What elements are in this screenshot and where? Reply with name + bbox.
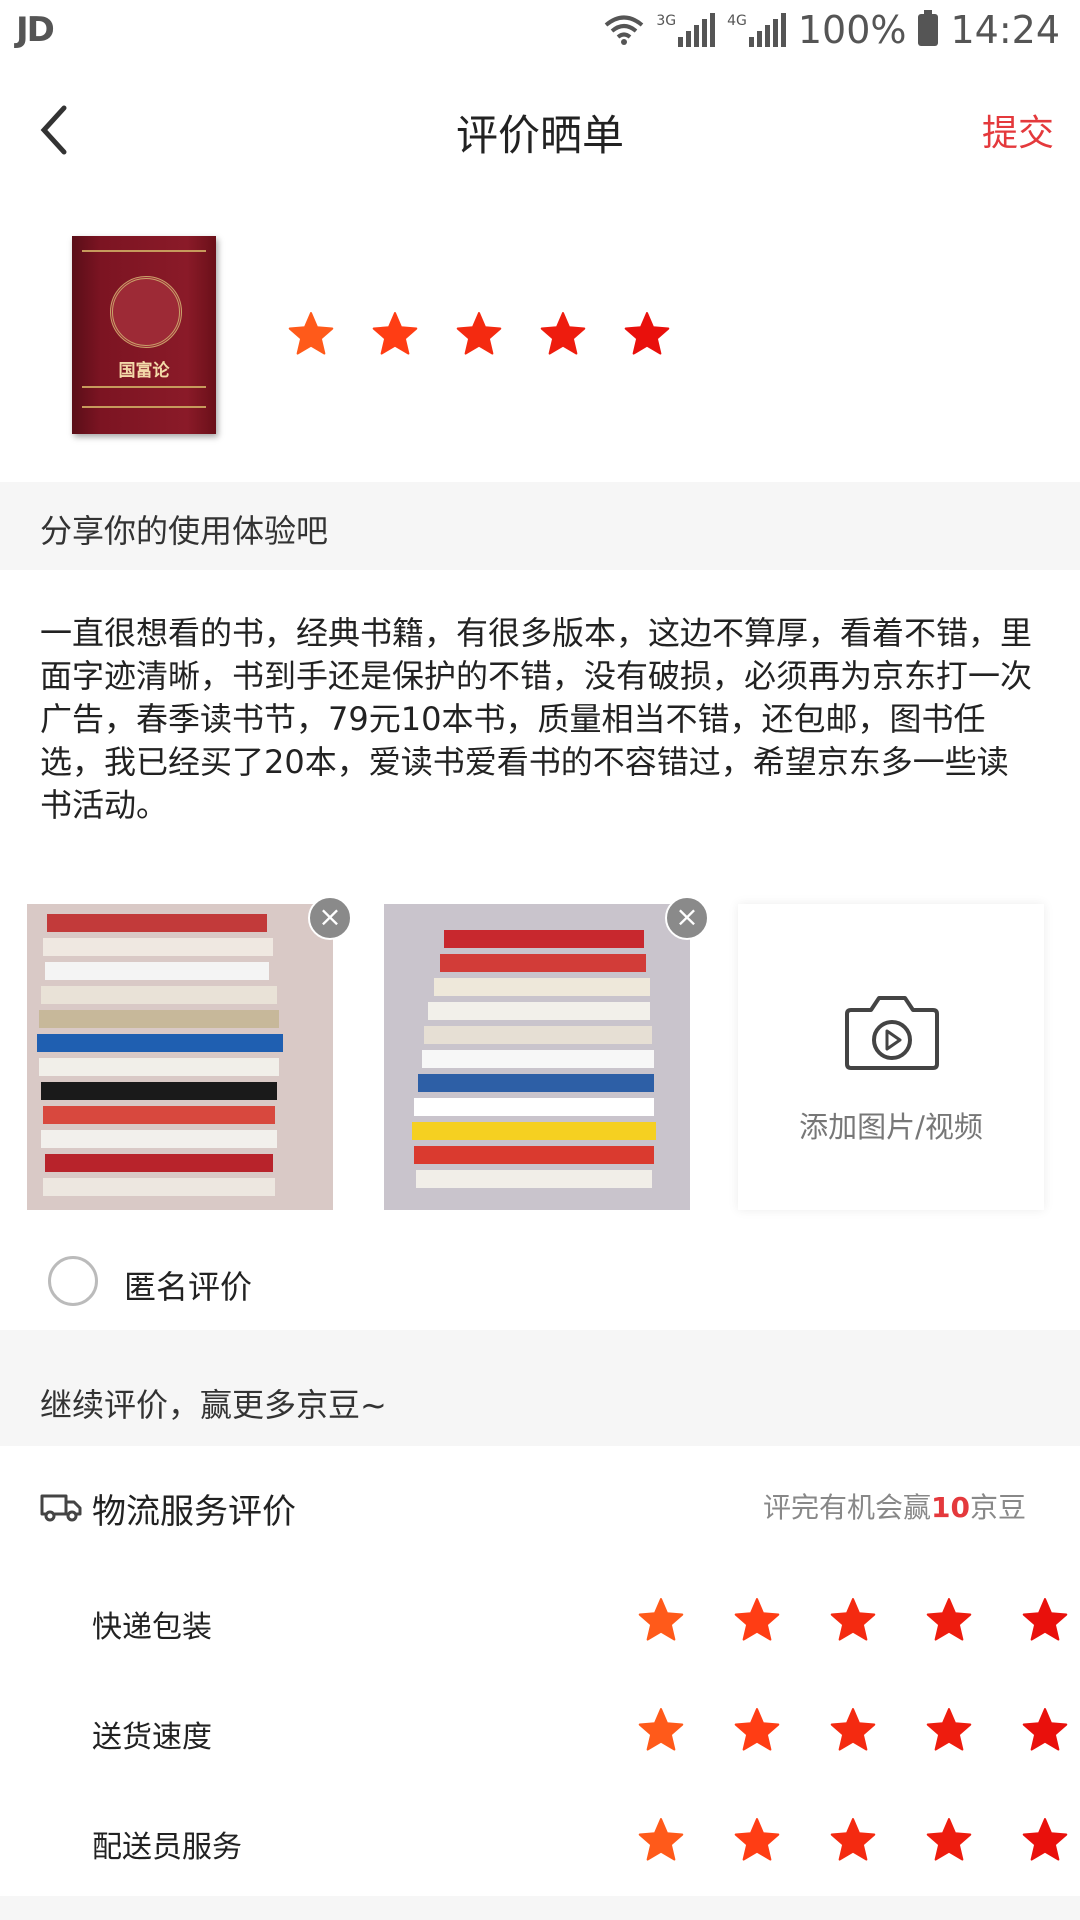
- packaging-rating-stars[interactable]: [636, 1596, 1070, 1646]
- star-icon[interactable]: [1020, 1816, 1070, 1866]
- nav-header: 评价晒单 提交: [0, 64, 1080, 194]
- network-3g-label: 3G: [656, 13, 677, 29]
- camera-video-icon: [845, 996, 939, 1070]
- logistics-hint: 评完有机会赢10京豆: [763, 1486, 1026, 1526]
- star-icon[interactable]: [370, 310, 420, 360]
- review-photo-2[interactable]: [384, 904, 690, 1210]
- star-icon[interactable]: [924, 1706, 974, 1756]
- star-icon[interactable]: [636, 1706, 686, 1756]
- star-icon[interactable]: [924, 1596, 974, 1646]
- courier-rating-stars[interactable]: [636, 1816, 1070, 1866]
- product-cover-title: 国富论: [118, 361, 170, 381]
- share-heading: 分享你的使用体验吧: [40, 512, 329, 550]
- hint-prefix: 评完有机会赢: [763, 1491, 932, 1524]
- review-photo-1[interactable]: [27, 904, 333, 1210]
- page-title: 评价晒单: [455, 111, 624, 160]
- hint-suffix: 京豆: [969, 1491, 1026, 1524]
- status-icons: 3G 4G 100% 14:24: [604, 8, 1060, 52]
- star-icon[interactable]: [732, 1816, 782, 1866]
- star-icon[interactable]: [828, 1706, 878, 1756]
- review-textarea[interactable]: 一直很想看的书，经典书籍，有很多版本，这边不算厚，看着不错，里面字迹清晰，书到手…: [40, 612, 1040, 827]
- star-icon[interactable]: [636, 1596, 686, 1646]
- anonymous-radio[interactable]: [48, 1256, 98, 1306]
- bottom-divider: [0, 1896, 1080, 1920]
- anonymous-label[interactable]: 匿名评价: [124, 1262, 252, 1308]
- star-icon[interactable]: [732, 1706, 782, 1756]
- status-bar: JD 3G 4G 100% 14:24: [0, 0, 1080, 64]
- continue-section-header: 继续评价，赢更多京豆~: [0, 1354, 1080, 1446]
- rating-label-speed: 送货速度: [92, 1720, 212, 1755]
- logistics-title: 物流服务评价: [92, 1492, 296, 1532]
- star-icon[interactable]: [538, 310, 588, 360]
- battery-percent: 100%: [797, 8, 907, 52]
- star-icon[interactable]: [1020, 1596, 1070, 1646]
- back-button[interactable]: [28, 94, 88, 164]
- add-photo-label: 添加图片/视频: [799, 1110, 983, 1144]
- star-icon[interactable]: [1020, 1706, 1070, 1756]
- product-image: 国富论: [72, 236, 216, 434]
- star-icon[interactable]: [828, 1816, 878, 1866]
- add-photo-video-button[interactable]: 添加图片/视频: [738, 904, 1044, 1210]
- delete-photo-2-button[interactable]: ×: [665, 896, 709, 940]
- truck-icon: [40, 1494, 82, 1522]
- submit-button[interactable]: 提交: [982, 104, 1054, 156]
- chevron-left-icon: [40, 105, 67, 155]
- clock: 14:24: [950, 8, 1060, 52]
- share-section-header: 分享你的使用体验吧: [0, 482, 1080, 570]
- hint-number: 10: [931, 1491, 970, 1524]
- speed-rating-stars[interactable]: [636, 1706, 1070, 1756]
- wifi-icon: [605, 15, 644, 45]
- star-icon[interactable]: [454, 310, 504, 360]
- continue-heading: 继续评价，赢更多京豆~: [40, 1386, 387, 1424]
- rating-label-courier: 配送员服务: [92, 1830, 242, 1865]
- star-icon[interactable]: [622, 310, 672, 360]
- network-4g-label: 4G: [727, 13, 747, 29]
- star-icon[interactable]: [286, 310, 336, 360]
- rating-label-packaging: 快递包装: [92, 1610, 212, 1645]
- star-icon[interactable]: [924, 1816, 974, 1866]
- signal-icon: [678, 13, 716, 47]
- jd-logo: JD: [16, 10, 55, 50]
- star-icon[interactable]: [828, 1596, 878, 1646]
- battery-icon: [918, 10, 939, 46]
- divider: [0, 1330, 1080, 1354]
- star-icon[interactable]: [636, 1816, 686, 1866]
- signal-icon: [748, 13, 786, 47]
- star-icon[interactable]: [732, 1596, 782, 1646]
- product-rating-stars[interactable]: [286, 310, 672, 360]
- delete-photo-1-button[interactable]: ×: [308, 896, 352, 940]
